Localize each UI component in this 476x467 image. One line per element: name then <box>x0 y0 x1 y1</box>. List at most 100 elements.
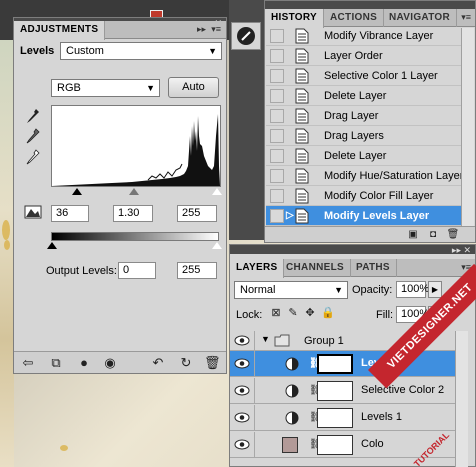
channel-value: RGB <box>57 82 81 94</box>
visibility-eye-icon[interactable] <box>234 334 250 347</box>
preset-select[interactable]: Custom ▼ <box>60 42 222 60</box>
layer-mask-thumbnail[interactable] <box>317 435 353 455</box>
document-icon <box>295 28 309 44</box>
history-scrollbar[interactable] <box>461 28 474 228</box>
channel-select[interactable]: RGB ▼ <box>51 79 160 97</box>
white-point-eyedropper-icon[interactable] <box>26 149 40 165</box>
tab-paths[interactable]: PATHS <box>350 259 397 277</box>
lock-all-icon[interactable]: 🔒 <box>320 305 336 321</box>
output-black-slider[interactable] <box>47 242 57 249</box>
camera-icon[interactable]: ◘ <box>425 227 441 243</box>
history-state-row[interactable]: Selective Color 1 Layer <box>266 66 470 86</box>
visibility-eye-icon[interactable] <box>234 384 250 397</box>
expanded-view-icon[interactable]: ⧉ <box>48 355 64 371</box>
history-state-row[interactable]: Layer Order <box>266 46 470 66</box>
input-gamma-field[interactable]: 1.30 <box>113 205 153 222</box>
canvas-edge <box>0 40 14 467</box>
reset-icon[interactable]: ↻ <box>178 355 194 371</box>
history-state-label: Selective Color 1 Layer <box>324 70 438 82</box>
history-state-row[interactable]: Modify Color Fill Layer <box>266 186 470 206</box>
adjustments-toolbar: ⇦ ⧉ ● ◉ ↶ ↻ 🗑 <box>14 351 226 373</box>
paint-splash <box>60 445 68 451</box>
layer-row[interactable]: ⛓Levels 2 <box>230 351 455 377</box>
visibility-eye-icon[interactable]: ◉ <box>102 355 118 371</box>
visibility-eye-icon[interactable] <box>234 411 250 424</box>
trash-icon[interactable]: 🗑 <box>204 355 221 371</box>
history-dock-button[interactable] <box>231 22 261 50</box>
history-state-row[interactable]: Drag Layer <box>266 106 470 126</box>
input-gamma-slider[interactable] <box>129 188 139 195</box>
brush-icon <box>237 27 255 45</box>
preset-value: Custom <box>66 45 104 57</box>
lock-position-icon[interactable]: ✥ <box>302 305 318 321</box>
clip-preview-icon[interactable] <box>24 205 42 219</box>
history-brush-source-checkbox[interactable] <box>270 29 284 43</box>
gray-point-eyedropper-icon[interactable] <box>26 128 40 144</box>
panel-collapse-icon[interactable]: ▸▸ <box>197 24 206 35</box>
opacity-slider-button[interactable]: ▶ <box>428 281 442 298</box>
panel-menu-icon[interactable]: ▾≡ <box>461 12 471 23</box>
tab-navigator[interactable]: NAVIGATOR <box>383 9 458 27</box>
history-state-row[interactable]: Modify Vibrance Layer <box>266 26 470 46</box>
history-state-row[interactable]: ▷ Modify Levels Layer <box>266 206 470 226</box>
input-black-field[interactable]: 36 <box>51 205 89 222</box>
input-black-slider[interactable] <box>72 188 82 195</box>
history-brush-source-checkbox[interactable] <box>270 49 284 63</box>
tab-layers[interactable]: LAYERS <box>230 259 285 278</box>
layer-name[interactable]: Colo <box>361 438 384 450</box>
auto-button[interactable]: Auto <box>168 77 219 98</box>
tab-actions[interactable]: ACTIONS <box>324 9 385 27</box>
layer-mask-thumbnail[interactable] <box>317 408 353 428</box>
history-brush-source-checkbox[interactable] <box>270 209 284 223</box>
history-brush-source-checkbox[interactable] <box>270 69 284 83</box>
document-icon <box>295 88 309 104</box>
color-fill-swatch[interactable] <box>282 437 298 453</box>
history-brush-source-checkbox[interactable] <box>270 189 284 203</box>
new-document-from-state-icon[interactable]: ▣ <box>405 227 421 243</box>
layer-name[interactable]: Selective Color 2 <box>361 384 444 396</box>
trash-icon[interactable]: 🗑 <box>445 227 461 243</box>
output-levels-label: Output Levels: <box>46 265 117 277</box>
history-state-row[interactable]: Modify Hue/Saturation Layer <box>266 166 470 186</box>
history-state-row[interactable]: Delete Layer <box>266 146 470 166</box>
history-state-row[interactable]: Delete Layer <box>266 86 470 106</box>
input-white-field[interactable]: 255 <box>177 205 217 222</box>
black-point-eyedropper-icon[interactable] <box>26 108 40 124</box>
input-white-slider[interactable] <box>212 188 222 195</box>
history-state-label: Drag Layer <box>324 110 379 122</box>
layer-name[interactable]: Levels 1 <box>361 411 402 423</box>
layers-tabbar: LAYERS CHANNELS PATHS ▾≡ <box>230 259 475 278</box>
history-brush-source-checkbox[interactable] <box>270 89 284 103</box>
blend-mode-select[interactable]: Normal ▼ <box>234 281 348 299</box>
layer-row[interactable]: ⛓ Levels 1 <box>230 405 455 431</box>
lock-pixels-icon[interactable]: ✎ <box>285 305 301 321</box>
tab-adjustments[interactable]: ADJUSTMENTS <box>14 21 106 40</box>
history-brush-source-checkbox[interactable] <box>270 149 284 163</box>
layer-row[interactable]: ⛓ Selective Color 2 <box>230 378 455 404</box>
opacity-field[interactable]: 100% <box>396 281 429 298</box>
panel-menu-icon[interactable]: ▾≡ <box>211 24 221 35</box>
visibility-eye-icon[interactable] <box>234 357 250 370</box>
lock-transparency-icon[interactable]: ⊠ <box>268 305 284 321</box>
visibility-eye-icon[interactable] <box>234 438 250 451</box>
tab-channels[interactable]: CHANNELS <box>280 259 351 277</box>
previous-state-icon[interactable]: ↶ <box>150 355 166 371</box>
panel-collapse-icon[interactable]: ▸▸ ✕ <box>452 245 471 256</box>
adjustments-tabbar: ADJUSTMENTS ▸▸ ▾≡ <box>14 21 226 40</box>
history-brush-source-checkbox[interactable] <box>270 109 284 123</box>
layer-mask-thumbnail[interactable] <box>317 381 353 401</box>
group-disclosure-icon[interactable]: ▼ <box>261 334 270 344</box>
output-white-field[interactable]: 255 <box>177 262 217 279</box>
lock-label: Lock: <box>236 309 263 321</box>
clip-to-layer-icon[interactable]: ● <box>76 355 92 371</box>
history-brush-source-checkbox[interactable] <box>270 129 284 143</box>
layer-mask-thumbnail[interactable] <box>317 354 353 374</box>
output-white-slider[interactable] <box>212 242 222 249</box>
history-state-row[interactable]: Drag Layers <box>266 126 470 146</box>
output-black-field[interactable]: 0 <box>118 262 156 279</box>
back-arrow-icon[interactable]: ⇦ <box>20 355 36 371</box>
history-state-label: Delete Layer <box>324 90 387 102</box>
layers-scrollbar[interactable] <box>455 331 468 467</box>
history-brush-source-checkbox[interactable] <box>270 169 284 183</box>
panel-title-strip: ▸▸ ✕ <box>230 245 475 256</box>
